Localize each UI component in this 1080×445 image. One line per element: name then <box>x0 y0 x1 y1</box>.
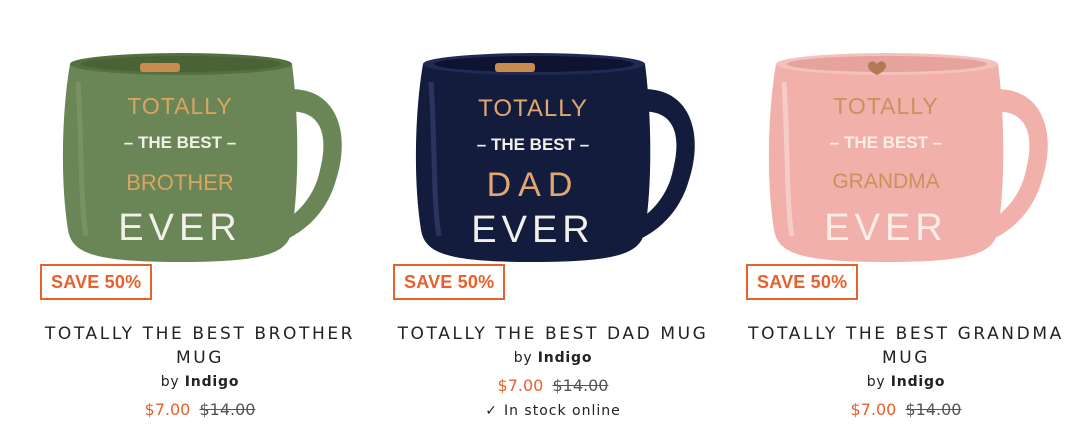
original-price: $14.00 <box>199 400 256 419</box>
mug-image: TOTALLY – THE BEST – DAD EVER <box>415 53 695 262</box>
product-info: TOTALLY THE BEST GRANDMA MUG by Indigo $… <box>736 322 1076 422</box>
product-image-link[interactable]: TOTALLY – THE BEST – DAD EVER <box>383 30 723 270</box>
mug-image: TOTALLY – THE BEST – BROTHER EVER <box>62 53 342 262</box>
by-label: by <box>866 374 886 390</box>
stock-label: In stock online <box>503 403 621 419</box>
discount-badge: SAVE 50% <box>393 264 506 300</box>
mug-text: DAD <box>487 166 580 204</box>
by-label: by <box>513 350 533 366</box>
mug-text: – THE BEST – <box>477 135 589 154</box>
product-title[interactable]: TOTALLY THE BEST BROTHER MUG <box>30 322 370 370</box>
product-info: TOTALLY THE BEST BROTHER MUG by Indigo $… <box>30 322 370 422</box>
mug-text: GRANDMA <box>832 170 939 193</box>
product-byline: by Indigo <box>736 370 1076 394</box>
mug-text: EVER <box>471 209 594 251</box>
by-label: by <box>160 374 180 390</box>
brand-link[interactable]: Indigo <box>185 374 239 390</box>
mug-text: EVER <box>824 207 947 249</box>
price: $7.00 $14.00 <box>736 398 1076 422</box>
price: $7.00 $14.00 <box>30 398 370 422</box>
mug-text: – THE BEST – <box>830 133 942 152</box>
discount-badge: SAVE 50% <box>40 264 153 300</box>
product-info: TOTALLY THE BEST DAD MUG by Indigo $7.00… <box>383 322 723 423</box>
sale-price: $7.00 <box>497 376 544 395</box>
product-byline: by Indigo <box>383 346 723 370</box>
original-price: $14.00 <box>552 376 609 395</box>
mug-image: TOTALLY – THE BEST – GRANDMA EVER <box>768 53 1048 262</box>
product-card: TOTALLY – THE BEST – GRANDMA EVER SAVE 5… <box>736 0 1076 445</box>
product-card: TOTALLY – THE BEST – BROTHER EVER SAVE 5… <box>30 0 370 445</box>
mug-text: EVER <box>118 207 241 249</box>
product-title[interactable]: TOTALLY THE BEST DAD MUG <box>383 322 723 346</box>
mug-text: TOTALLY <box>478 95 588 122</box>
product-title[interactable]: TOTALLY THE BEST GRANDMA MUG <box>736 322 1076 370</box>
mug-text: BROTHER <box>126 170 234 195</box>
product-image-link[interactable]: TOTALLY – THE BEST – GRANDMA EVER <box>736 30 1076 270</box>
original-price: $14.00 <box>905 400 962 419</box>
sale-price: $7.00 <box>850 400 897 419</box>
brand-link[interactable]: Indigo <box>538 350 592 366</box>
price: $7.00 $14.00 <box>383 374 723 398</box>
product-card: TOTALLY – THE BEST – DAD EVER SAVE 50% T… <box>383 0 723 445</box>
mug-text: – THE BEST – <box>124 133 236 152</box>
brand-link[interactable]: Indigo <box>891 374 945 390</box>
check-icon: ✓ <box>485 403 498 419</box>
mug-text: TOTALLY <box>833 93 938 119</box>
sale-price: $7.00 <box>144 400 191 419</box>
mug-text: TOTALLY <box>127 93 232 119</box>
stock-status: ✓ In stock online <box>383 399 723 423</box>
product-image-link[interactable]: TOTALLY – THE BEST – BROTHER EVER <box>30 30 370 270</box>
product-byline: by Indigo <box>30 370 370 394</box>
discount-badge: SAVE 50% <box>746 264 859 300</box>
